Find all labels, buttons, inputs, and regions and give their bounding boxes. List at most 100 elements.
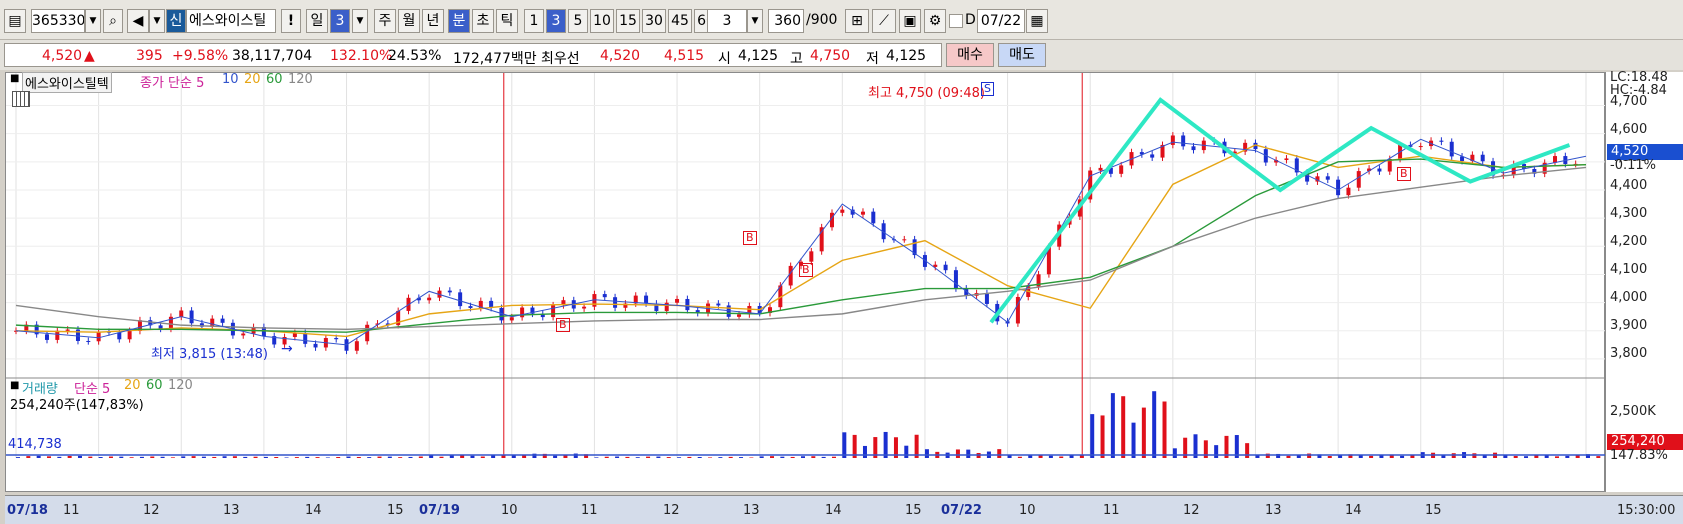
best-quote-label: 최우선 <box>541 51 580 67</box>
candle-body <box>1377 168 1382 172</box>
volume-bar <box>801 456 805 458</box>
time-tick-label: 15 <box>387 503 404 518</box>
stock-legend-name: 에스와이스틸텍 <box>22 72 112 93</box>
ma60-legend: 60 <box>266 72 283 87</box>
period-tick-button[interactable]: 틱 <box>496 9 518 33</box>
candle-body <box>334 338 339 340</box>
buy-signal-marker: B <box>743 231 757 245</box>
chart-panel[interactable]: ■ 에스와이스틸텍 종가 단순 5 10 20 60 120 최고 4,750 … <box>5 72 1606 493</box>
buy-signal-marker: B <box>556 318 570 332</box>
legend-square-icon: ■ <box>10 380 20 391</box>
calendar-icon[interactable]: ▦ <box>1026 9 1048 33</box>
candle-body <box>1119 165 1124 174</box>
view-count-input[interactable]: 360 <box>768 9 804 33</box>
date-checkbox[interactable] <box>949 14 963 28</box>
period-week-button[interactable]: 주 <box>374 9 396 33</box>
interval-dropdown[interactable]: ▼ <box>747 9 763 33</box>
volume-bar <box>1100 415 1105 458</box>
time-tick-label: 10 <box>501 503 518 518</box>
volume-value-label: 254,240주(147,83%) <box>10 398 144 413</box>
volume-bar <box>1131 422 1136 458</box>
candle-settings-icon[interactable]: ⊞ <box>845 9 869 33</box>
time-tick-label: 07/22 <box>941 503 982 518</box>
candle-body <box>1284 158 1289 161</box>
period-second-button[interactable]: 초 <box>472 9 494 33</box>
speaker-icon[interactable]: ◀ <box>127 9 149 33</box>
speaker-dropdown-button[interactable]: ▼ <box>149 9 165 33</box>
volume-bar <box>677 457 682 458</box>
search-icon[interactable]: ⌕ <box>103 9 123 33</box>
candle-body <box>520 307 525 318</box>
interval-button-10[interactable]: 10 <box>590 9 614 33</box>
stock-code-input[interactable]: 365330 <box>31 9 85 33</box>
candle-body <box>737 314 742 317</box>
volume-bar <box>139 456 144 458</box>
volume-left-label: 414,738 <box>8 437 62 452</box>
trend-tool-icon[interactable]: ⟋ <box>872 9 896 33</box>
volume-bar <box>439 456 444 458</box>
candle-body <box>716 303 721 306</box>
period-month-button[interactable]: 월 <box>398 9 420 33</box>
volume-bar <box>232 456 237 458</box>
low-price: 4,125 <box>886 48 927 64</box>
interval-button-5[interactable]: 5 <box>568 9 588 33</box>
candle-body <box>871 211 876 224</box>
candle-body <box>984 293 989 304</box>
volume-bar <box>1214 445 1219 458</box>
time-tick-label: 10 <box>1019 503 1036 518</box>
volume-bar <box>98 457 103 458</box>
price-tick-label: 4,000 <box>1610 290 1648 305</box>
period-day-button[interactable]: 일 <box>306 9 328 33</box>
time-tick-label: 07/19 <box>419 503 460 518</box>
code-dropdown-button[interactable]: ▼ <box>85 9 101 33</box>
volume-ma60-legend: 60 <box>146 378 163 393</box>
alert-button[interactable]: ! <box>281 9 301 33</box>
gear-icon[interactable]: ⚙ <box>924 9 946 33</box>
volume-bar <box>708 457 713 458</box>
date-input[interactable]: 07/22 <box>977 9 1025 33</box>
price-axis[interactable]: LC:18.48 HC:-4.84 4,7004,6004,5004,4004,… <box>1605 70 1683 492</box>
candle-body <box>44 334 49 340</box>
grid-icon[interactable] <box>12 91 30 107</box>
volume-bar <box>57 456 62 458</box>
ma-line-120 <box>15 166 1587 331</box>
interval-button-45[interactable]: 45 <box>668 9 692 33</box>
period-minute-button[interactable]: 분 <box>448 9 470 33</box>
current-pct-label: -0.11% <box>1610 158 1656 173</box>
time-axis[interactable]: 07/18 11 12 13 14 15 07/19 10 11 12 13 14 15 07/22 10 1… <box>5 495 1683 524</box>
stock-name-field[interactable]: 에스와이스틸 <box>186 9 276 33</box>
price-tick-label: 4,300 <box>1610 206 1648 221</box>
price-tick-label: 4,100 <box>1610 262 1648 277</box>
volume-bar <box>635 457 640 458</box>
interval-button-15[interactable]: 15 <box>616 9 640 33</box>
price-volume-chart[interactable] <box>6 73 1606 493</box>
candle-body <box>1150 154 1155 158</box>
interval-input[interactable]: 3 <box>707 9 747 33</box>
volume-bar <box>553 455 558 458</box>
ma-line-5 <box>15 138 1587 346</box>
candle-body <box>902 239 907 241</box>
buy-button[interactable]: 매수 <box>946 43 994 67</box>
layout-icon[interactable]: ▤ <box>4 9 26 33</box>
interval-button-3[interactable]: 3 <box>546 9 566 33</box>
candle-body <box>860 211 865 215</box>
candle-body <box>220 318 225 323</box>
ma-line-20 <box>15 144 1587 338</box>
save-icon[interactable]: ▣ <box>899 9 921 33</box>
candle-body <box>602 294 607 298</box>
interval-button-1[interactable]: 1 <box>524 9 544 33</box>
candle-body <box>840 209 845 213</box>
price-tick-label: 3,900 <box>1610 318 1648 333</box>
period-year-button[interactable]: 년 <box>422 9 444 33</box>
period-num-input[interactable]: 3 <box>330 9 350 33</box>
volume-bar <box>346 456 351 458</box>
time-tick-label: 13 <box>743 503 760 518</box>
volume-bar <box>1110 393 1115 458</box>
volume-bar <box>904 445 909 458</box>
turnover-rate: 24.53% <box>388 48 442 64</box>
period-num-dropdown[interactable]: ▼ <box>352 9 368 33</box>
candle-body <box>1346 187 1351 196</box>
candle-body <box>1356 171 1361 188</box>
interval-button-30[interactable]: 30 <box>642 9 666 33</box>
sell-button[interactable]: 매도 <box>998 43 1046 67</box>
